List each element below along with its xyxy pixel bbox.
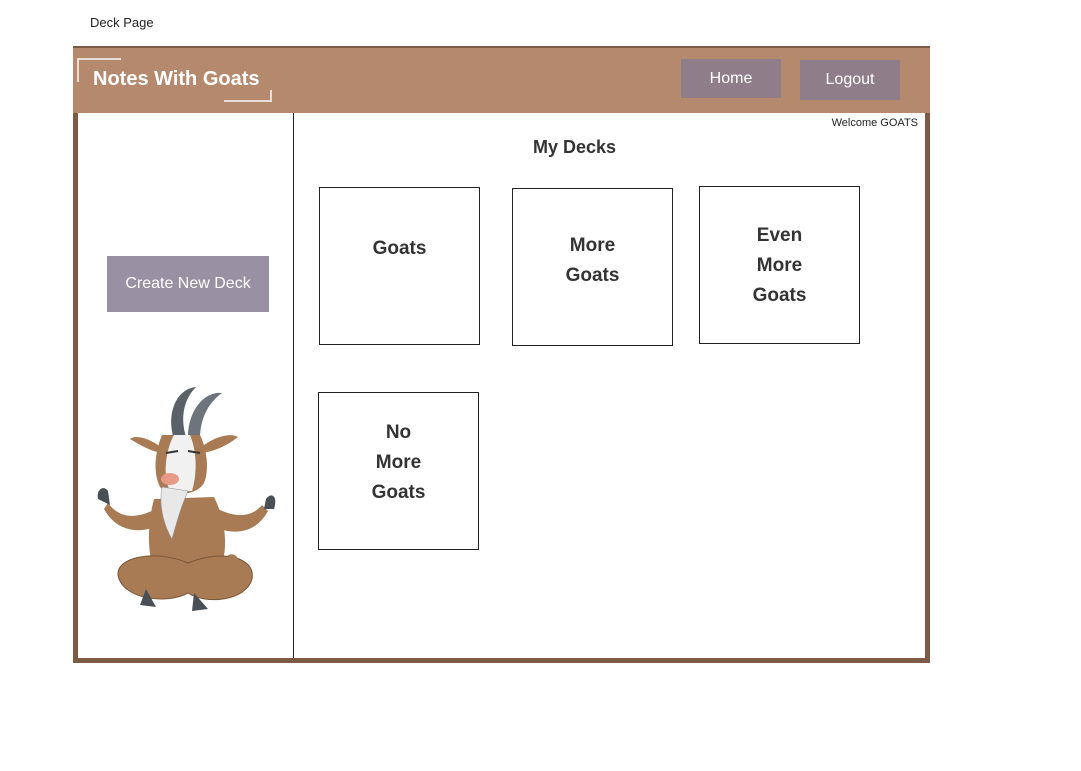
logout-button[interactable]: Logout xyxy=(800,60,900,100)
deck-title: No More Goats xyxy=(371,422,426,503)
page-label: Deck Page xyxy=(90,15,154,30)
app-title: Notes With Goats xyxy=(93,68,260,90)
app-logo[interactable]: Notes With Goats xyxy=(77,58,272,102)
sidebar: Create New Deck xyxy=(78,113,294,658)
logo-corner-decoration xyxy=(224,90,272,102)
deck-title: Goats xyxy=(372,238,427,259)
welcome-message: Welcome GOATS xyxy=(831,117,918,129)
deck-title: More Goats xyxy=(565,235,620,286)
header-bar: Notes With Goats Home Logout xyxy=(73,46,930,113)
create-new-deck-button[interactable]: Create New Deck xyxy=(107,256,269,312)
app-frame: Notes With Goats Home Logout Create New … xyxy=(73,46,930,663)
meditating-goat-icon xyxy=(97,387,276,611)
deck-title: Even More Goats xyxy=(752,225,807,306)
main-content: Create New Deck Welcome GOATS My Decks G… xyxy=(78,113,925,658)
deck-card[interactable]: Goats xyxy=(319,187,480,345)
home-button[interactable]: Home xyxy=(681,59,781,98)
deck-card[interactable]: No More Goats xyxy=(318,392,479,550)
deck-card[interactable]: Even More Goats xyxy=(699,186,860,344)
page-title: My Decks xyxy=(533,137,617,157)
deck-card[interactable]: More Goats xyxy=(512,188,673,346)
